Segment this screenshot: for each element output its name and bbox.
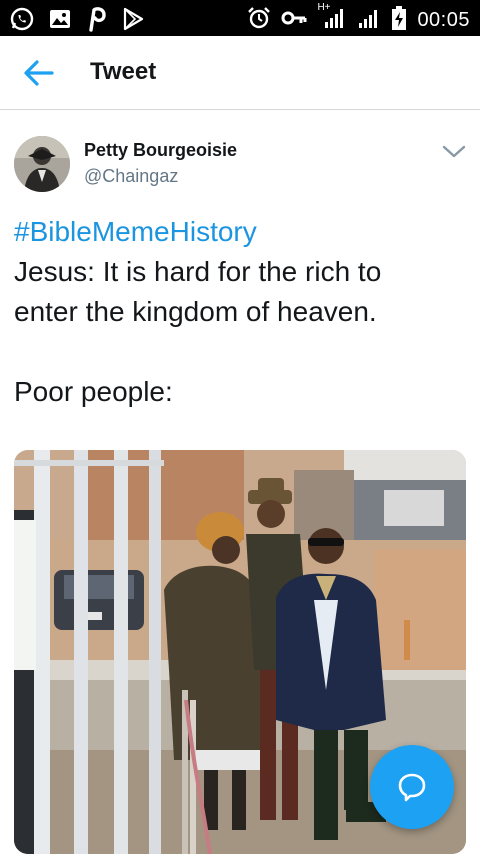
chevron-down-icon — [442, 145, 466, 158]
alarm-icon — [247, 6, 271, 35]
page-title: Tweet — [90, 58, 157, 85]
play-store-icon — [122, 7, 144, 36]
gallery-icon — [48, 7, 72, 36]
network-type-label: H+ — [317, 2, 331, 13]
status-bar: H+ 00:05 — [0, 0, 480, 36]
status-bar-system: H+ 00:05 — [247, 2, 470, 36]
tweet-text-line: Poor people: — [14, 376, 173, 407]
reply-fab-button[interactable] — [370, 745, 454, 829]
hashtag-link[interactable]: #BibleMemeHistory — [14, 212, 469, 252]
user-handle[interactable]: @Chaingaz — [84, 166, 178, 187]
tweet-menu-button[interactable] — [440, 139, 468, 163]
status-time: 00:05 — [417, 9, 470, 31]
signal-icon: H+ — [317, 2, 347, 35]
whatsapp-icon — [10, 7, 34, 36]
vpn-key-icon — [281, 7, 307, 34]
pinterest-icon — [86, 6, 108, 37]
avatar[interactable] — [14, 136, 70, 192]
battery-charging-icon — [391, 5, 407, 36]
signal-icon-2 — [357, 6, 381, 35]
status-bar-notifications — [10, 6, 144, 37]
line-break — [14, 332, 469, 372]
tweet-text-line: Jesus: It is hard for the rich to — [14, 256, 382, 287]
back-button[interactable] — [22, 58, 56, 88]
reply-bubble-icon — [398, 773, 426, 802]
tweet-text-line: enter the kingdom of heaven. — [14, 296, 377, 327]
tweet-text: #BibleMemeHistory Jesus: It is hard for … — [14, 212, 469, 412]
arrow-left-icon — [24, 60, 54, 86]
app-bar: Tweet — [0, 36, 480, 110]
display-name[interactable]: Petty Bourgeoisie — [84, 140, 237, 161]
